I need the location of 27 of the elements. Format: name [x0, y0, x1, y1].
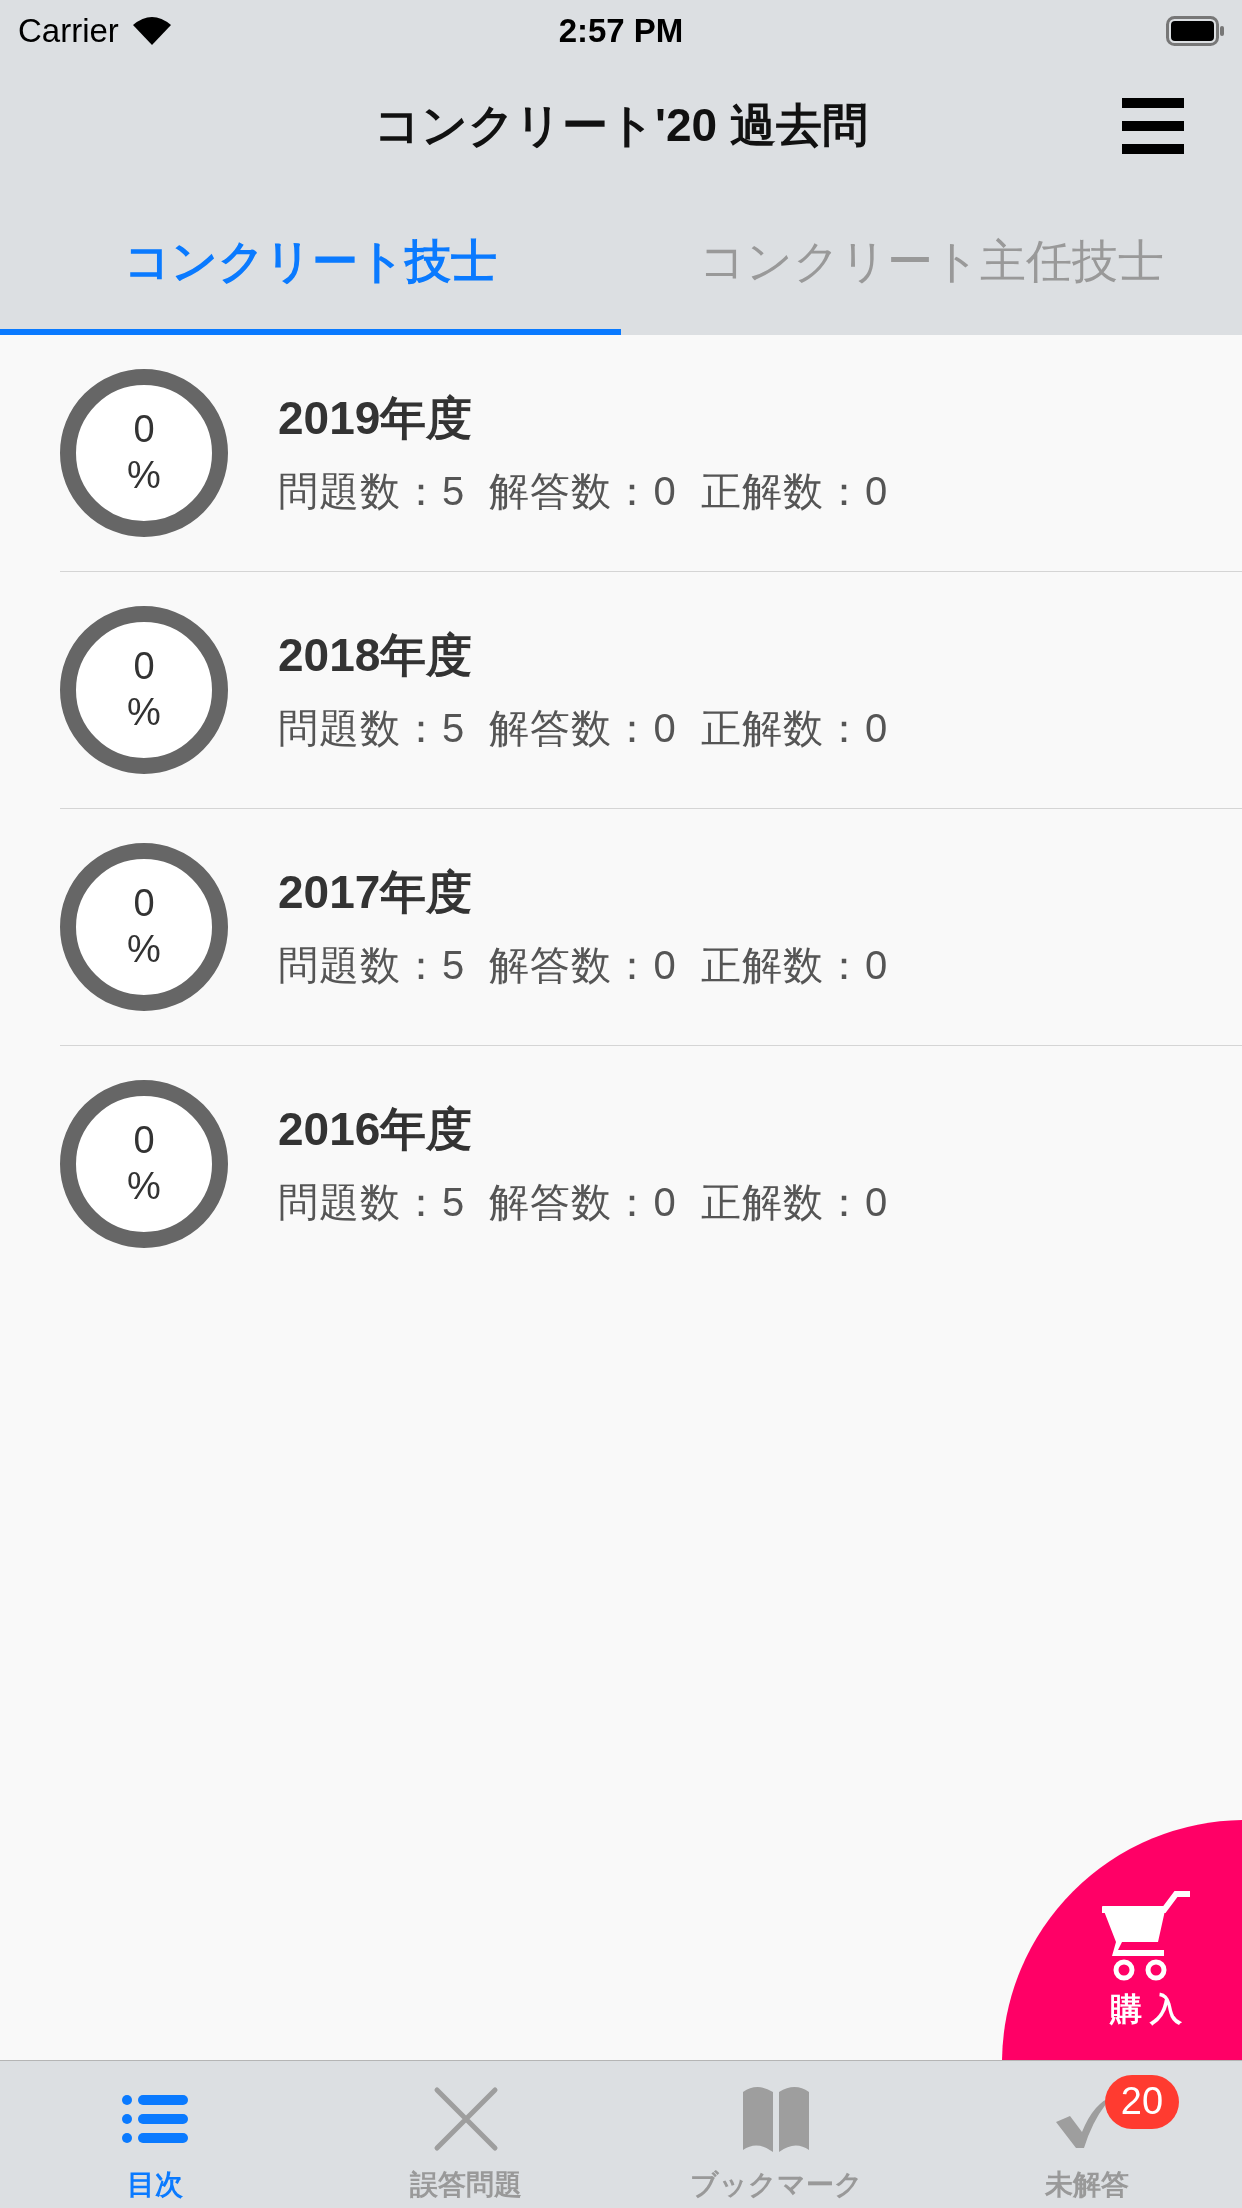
progress-ring: 0 % — [60, 843, 228, 1011]
menu-button[interactable] — [1122, 98, 1184, 154]
year-title[interactable]: 2018年度 — [278, 624, 889, 687]
category-tab[interactable]: コンクリート技士 — [0, 190, 621, 335]
tab-bar-item[interactable]: 未解答 20 — [931, 2061, 1242, 2208]
tab-bar-item[interactable]: ブックマーク — [621, 2061, 932, 2208]
question-stats: 問題数：5 解答数：0 正解数：0 — [278, 941, 889, 989]
year-title[interactable]: 2016年度 — [278, 1098, 889, 1161]
wifi-icon — [132, 17, 171, 45]
tab-bar-item[interactable]: 誤答問題 — [310, 2061, 621, 2208]
question-stats: 問題数：5 解答数：0 正解数：0 — [278, 467, 889, 515]
progress-ring: 0 % — [60, 606, 228, 774]
tab-bar-item[interactable]: 目次 — [0, 2061, 311, 2208]
carrier-name: Carrier — [18, 12, 119, 50]
year-title[interactable]: 2017年度 — [278, 861, 889, 924]
progress-ring: 0 % — [60, 1080, 228, 1248]
clock-time: 2:57 PM — [558, 12, 684, 50]
cart-icon — [1102, 1890, 1192, 1982]
battery-icon — [1166, 16, 1224, 46]
question-stats: 問題数：5 解答数：0 正解数：0 — [278, 1178, 889, 1226]
question-stats: 問題数：5 解答数：0 正解数：0 — [278, 704, 889, 752]
category-tab[interactable]: コンクリート主任技士 — [621, 190, 1242, 335]
count-badge: 20 — [1104, 2075, 1180, 2129]
progress-ring: 0 % — [60, 369, 228, 537]
year-title[interactable]: 2019年度 — [278, 387, 889, 450]
screen-title: コンクリート'20 過去問 — [374, 98, 868, 153]
purchase-button[interactable]: 購入 — [1002, 1820, 1242, 2060]
